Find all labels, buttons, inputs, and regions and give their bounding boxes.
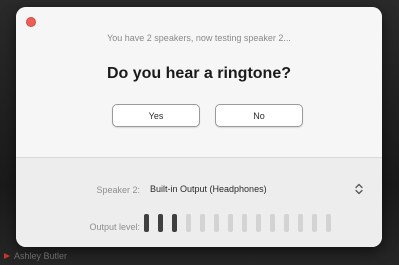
level-meter-bar bbox=[214, 214, 219, 232]
output-level-meter bbox=[144, 214, 340, 234]
yes-button[interactable]: Yes bbox=[112, 104, 200, 127]
level-meter-bar bbox=[298, 214, 303, 232]
level-meter-bar bbox=[326, 214, 331, 232]
mic-muted-icon bbox=[4, 253, 10, 259]
level-meter-bar bbox=[228, 214, 233, 232]
level-meter-bar bbox=[144, 214, 149, 232]
yes-button-label: Yes bbox=[148, 110, 164, 121]
level-meter-bar bbox=[256, 214, 261, 232]
speaker-select[interactable]: Built-in Output (Headphones) bbox=[146, 179, 366, 199]
output-level-label: Output level: bbox=[89, 222, 140, 232]
level-meter-bar bbox=[172, 214, 177, 232]
level-meter-bar bbox=[158, 214, 163, 232]
close-dot-icon[interactable] bbox=[26, 17, 36, 27]
speaker-label: Speaker 2: bbox=[96, 185, 140, 195]
chevron-updown-icon bbox=[352, 182, 366, 196]
speaker-select-value: Built-in Output (Headphones) bbox=[150, 184, 267, 194]
no-button[interactable]: No bbox=[215, 104, 303, 127]
status-text: You have 2 speakers, now testing speaker… bbox=[107, 33, 291, 43]
no-button-label: No bbox=[253, 110, 265, 121]
level-meter-bar bbox=[270, 214, 275, 232]
level-meter-bar bbox=[312, 214, 317, 232]
dialog-question: Do you hear a ringtone? bbox=[106, 65, 291, 82]
level-meter-bar bbox=[284, 214, 289, 232]
level-meter-bar bbox=[200, 214, 205, 232]
level-meter-bar bbox=[242, 214, 247, 232]
level-meter-bar bbox=[186, 214, 191, 232]
speaker-test-dialog: You have 2 speakers, now testing speaker… bbox=[16, 7, 382, 247]
participant-name: Ashley Butler bbox=[14, 251, 68, 261]
